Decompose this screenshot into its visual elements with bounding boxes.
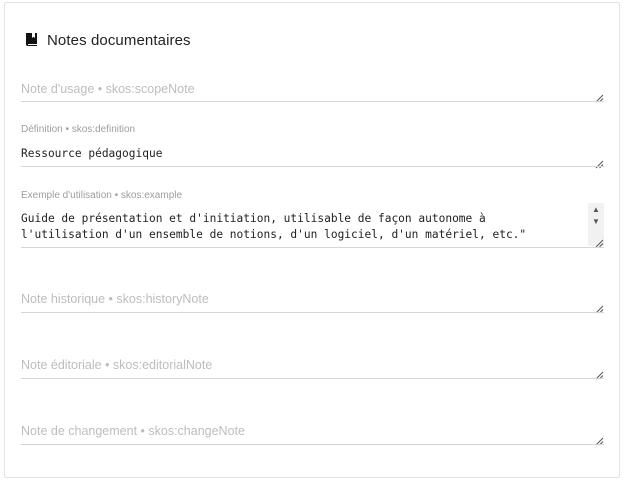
example-value-line2[interactable]: l'utilisation d'un ensemble de notions, … — [21, 226, 526, 243]
resize-grip-icon[interactable] — [594, 235, 604, 248]
resize-grip-icon[interactable] — [594, 367, 604, 380]
definition-field[interactable]: Définition • skos:definition Ressource p… — [21, 124, 604, 169]
section-title: Notes documentaires — [47, 31, 191, 49]
example-field[interactable]: Exemple d'utilisation • skos:example Gui… — [21, 190, 604, 249]
example-value-line1[interactable]: Guide de présentation et d'initiation, u… — [21, 210, 486, 227]
change-note-placeholder: Note de changement • skos:changeNote — [21, 424, 245, 438]
resize-grip-icon[interactable] — [594, 156, 604, 169]
definition-underline — [21, 166, 604, 167]
editorial-note-underline — [21, 378, 604, 379]
book-icon — [25, 32, 39, 48]
editorial-note-field[interactable]: Note éditoriale • skos:editorialNote — [21, 354, 604, 380]
scope-note-field[interactable]: Note d'usage • skos:scopeNote — [21, 78, 604, 103]
scope-note-underline — [21, 101, 604, 102]
example-underline — [21, 247, 604, 248]
section-header: Notes documentaires — [25, 30, 191, 50]
change-note-underline — [21, 444, 604, 445]
scope-note-placeholder: Note d'usage • skos:scopeNote — [21, 82, 195, 96]
history-note-placeholder: Note historique • skos:historyNote — [21, 292, 209, 306]
editorial-note-placeholder: Note éditoriale • skos:editorialNote — [21, 358, 213, 372]
resize-grip-icon[interactable] — [594, 433, 604, 446]
resize-grip-icon[interactable] — [594, 301, 604, 314]
definition-label: Définition • skos:definition — [21, 124, 136, 135]
example-label: Exemple d'utilisation • skos:example — [21, 190, 183, 201]
triangle-down-icon[interactable]: ▼ — [588, 216, 604, 228]
history-note-underline — [21, 312, 604, 313]
resize-grip-icon[interactable] — [594, 90, 604, 103]
history-note-field[interactable]: Note historique • skos:historyNote — [21, 288, 604, 314]
change-note-field[interactable]: Note de changement • skos:changeNote — [21, 420, 604, 446]
definition-value[interactable]: Ressource pédagogique — [21, 145, 162, 162]
triangle-up-icon[interactable]: ▲ — [588, 204, 604, 216]
